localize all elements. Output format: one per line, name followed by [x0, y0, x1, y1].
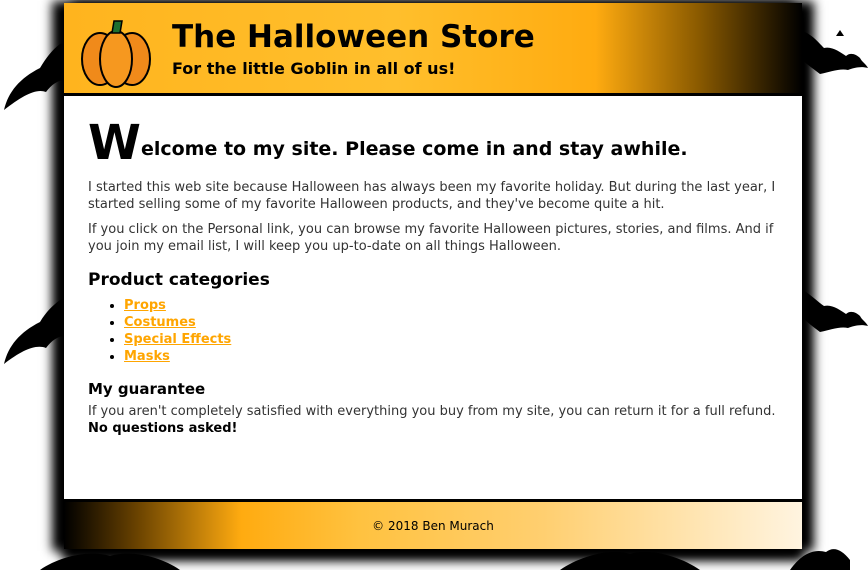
guarantee-paragraph: If you aren't completely satisfied with … [88, 403, 778, 437]
personal-paragraph: If you click on the Personal link, you c… [88, 222, 774, 254]
main-content: Welcome to my site. Please come in and s… [88, 119, 778, 437]
bat-icon [4, 42, 70, 110]
guarantee-text: If you aren't completely satisfied with … [88, 404, 776, 419]
welcome-drop-cap: W [88, 115, 141, 171]
copyright-text: © 2018 Ben Murach [372, 519, 494, 533]
bat-icon [4, 298, 70, 364]
pumpkin-icon [81, 20, 151, 88]
guarantee-bold-text: No questions asked! [88, 421, 238, 436]
category-link-masks[interactable]: Masks [124, 349, 170, 364]
intro-paragraph: I started this web site because Hallowee… [88, 180, 776, 212]
categories-list: Props Costumes Special Effects Masks [88, 297, 778, 365]
site-header: The Halloween Store For the little Gobli… [64, 3, 802, 96]
page-container: The Halloween Store For the little Gobli… [64, 3, 802, 549]
guarantee-heading: My guarantee [88, 380, 206, 398]
list-item: Special Effects [124, 331, 778, 348]
bat-icon [40, 553, 180, 570]
welcome-text: elcome to my site. Please come in and st… [140, 138, 688, 160]
welcome-heading: Welcome to my site. Please come in and s… [88, 119, 778, 171]
store-tagline: For the little Goblin in all of us! [172, 59, 456, 78]
category-link-props[interactable]: Props [124, 298, 166, 313]
bat-icon [800, 288, 868, 332]
list-item: Masks [124, 348, 778, 365]
category-link-special-effects[interactable]: Special Effects [124, 332, 231, 347]
list-item: Props [124, 297, 778, 314]
list-item: Costumes [124, 314, 778, 331]
store-title: The Halloween Store [172, 19, 535, 55]
bat-icon [800, 30, 868, 74]
categories-heading: Product categories [88, 270, 270, 290]
site-footer: © 2018 Ben Murach [64, 499, 802, 549]
category-link-costumes[interactable]: Costumes [124, 315, 196, 330]
